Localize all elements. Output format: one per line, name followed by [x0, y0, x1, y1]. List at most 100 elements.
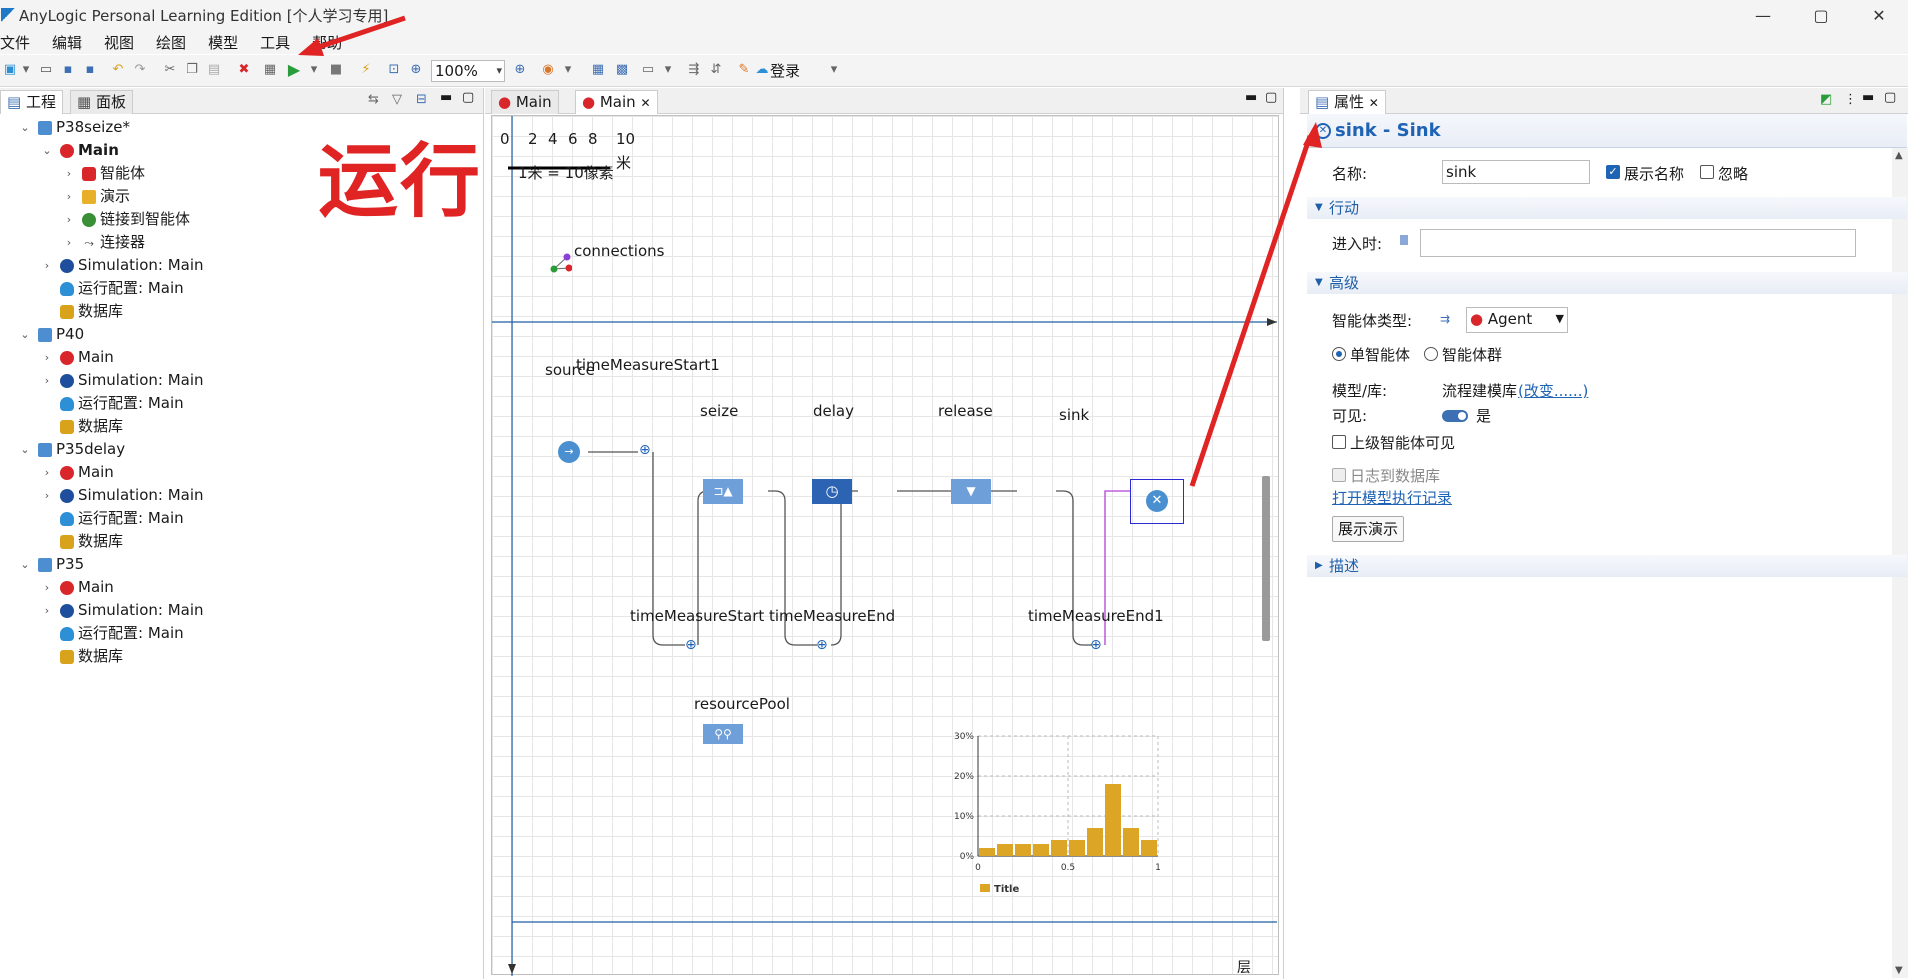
expand-arrow-icon[interactable]: ›: [64, 231, 74, 254]
delete-icon[interactable]: ✖: [236, 62, 252, 78]
expand-arrow-icon[interactable]: ›: [64, 208, 74, 231]
minimize-editor-icon[interactable]: ▬: [1245, 90, 1257, 105]
sink-block[interactable]: ✕: [1146, 490, 1168, 512]
distribute-icon[interactable]: ⇵: [708, 62, 724, 78]
minimize-panel-icon[interactable]: ▬: [440, 90, 452, 105]
tab-main-1[interactable]: ● Main: [491, 90, 559, 114]
time-measure-start1-block[interactable]: ⊕: [639, 441, 657, 459]
collapse-arrow-icon[interactable]: ⌄: [42, 139, 52, 162]
expand-arrow-icon[interactable]: ›: [42, 369, 52, 392]
seize-block[interactable]: ⊐▲: [703, 479, 743, 504]
menu-help[interactable]: 帮助: [312, 32, 342, 53]
palette-dropdown-icon[interactable]: ▾: [560, 62, 576, 78]
collapse-arrow-icon[interactable]: ⌄: [20, 438, 30, 461]
zoom-fit-icon[interactable]: ⊡: [386, 62, 402, 78]
tree-item[interactable]: › Main: [0, 461, 483, 484]
tree-item[interactable]: 运行配置: Main: [0, 392, 483, 415]
layers-label[interactable]: 层: [1237, 957, 1251, 977]
name-field[interactable]: sink: [1442, 160, 1590, 184]
dynamic-value-icon[interactable]: ⇉: [1440, 312, 1450, 326]
menu-tools[interactable]: 工具: [260, 32, 290, 53]
source-block[interactable]: →: [558, 441, 580, 463]
save-icon[interactable]: ▪: [60, 62, 76, 78]
menu-draw[interactable]: 绘图: [156, 32, 186, 53]
expand-arrow-icon[interactable]: ›: [64, 185, 74, 208]
save-all-icon[interactable]: ▪: [82, 62, 98, 78]
filter-icon[interactable]: ▽: [392, 92, 402, 107]
zoom-select-icon[interactable]: ⊕: [408, 62, 424, 78]
time-measure-start-block[interactable]: ⊕: [685, 636, 703, 654]
tree-item[interactable]: 数据库: [0, 300, 483, 323]
build-icon[interactable]: ▦: [262, 62, 278, 78]
expand-arrow-icon[interactable]: ›: [42, 346, 52, 369]
collapse-arrow-icon[interactable]: ⌄: [20, 116, 30, 139]
grid-icon[interactable]: ▦: [590, 62, 606, 78]
open-icon[interactable]: ▭: [38, 62, 54, 78]
expand-arrow-icon[interactable]: ›: [42, 576, 52, 599]
expand-arrow-icon[interactable]: ›: [42, 599, 52, 622]
maximize-props-icon[interactable]: ▢: [1884, 90, 1896, 105]
menu-model[interactable]: 模型: [208, 32, 238, 53]
section-action[interactable]: ▼ 行动: [1307, 197, 1907, 219]
run-icon[interactable]: ▶: [286, 62, 302, 78]
tree-item[interactable]: 数据库: [0, 645, 483, 668]
editor-vscroll-thumb[interactable]: [1262, 476, 1270, 641]
tree-item[interactable]: 数据库: [0, 415, 483, 438]
collapse-arrow-icon[interactable]: ⌄: [20, 553, 30, 576]
maximize-editor-icon[interactable]: ▢: [1265, 90, 1277, 105]
section-advanced[interactable]: ▼ 高级: [1307, 272, 1907, 294]
tab-palette[interactable]: ▦ 面板: [70, 90, 133, 114]
redo-icon[interactable]: ↷: [132, 62, 148, 78]
minimize-button[interactable]: —: [1734, 0, 1792, 30]
tree-item[interactable]: › ⤳ 连接器: [0, 231, 483, 254]
menu-view[interactable]: 视图: [104, 32, 134, 53]
tree-item[interactable]: › Simulation: Main: [0, 599, 483, 622]
tree-item[interactable]: › Main: [0, 576, 483, 599]
layout-dropdown-icon[interactable]: ▾: [660, 62, 676, 78]
agent-population-radio[interactable]: [1424, 347, 1438, 361]
single-agent-radio[interactable]: [1332, 347, 1346, 361]
palette-icon[interactable]: ◉: [540, 62, 556, 78]
collapse-arrow-icon[interactable]: ⌄: [20, 323, 30, 346]
graphical-editor[interactable]: 0 2 4 6 8 10 米 1米 = 10像素 connections sou…: [491, 115, 1279, 977]
expand-arrow-icon[interactable]: ›: [42, 461, 52, 484]
resource-pool-block[interactable]: ⚲⚲: [703, 724, 743, 744]
tree-item[interactable]: ⌄ P40: [0, 323, 483, 346]
copy-icon[interactable]: ❐: [184, 62, 200, 78]
align-icon[interactable]: ⇶: [686, 62, 702, 78]
wand-icon[interactable]: ⚡: [358, 62, 374, 78]
open-log-link[interactable]: 打开模型执行记录: [1332, 487, 1452, 508]
tree-item[interactable]: 数据库: [0, 530, 483, 553]
snap-icon[interactable]: ▩: [614, 62, 630, 78]
layout-icon[interactable]: ▭: [640, 62, 656, 78]
menu-edit[interactable]: 编辑: [52, 32, 82, 53]
show-name-checkbox[interactable]: ✓: [1606, 165, 1620, 179]
login-button[interactable]: 登录: [770, 60, 800, 81]
minimize-props-icon[interactable]: ▬: [1862, 90, 1874, 105]
change-link[interactable]: (改变......): [1518, 380, 1588, 401]
tree-item[interactable]: › Simulation: Main: [0, 369, 483, 392]
new-dropdown-icon[interactable]: ▾: [18, 62, 34, 78]
tree-item[interactable]: 运行配置: Main: [0, 622, 483, 645]
time-measure-end1-block[interactable]: ⊕: [1090, 636, 1108, 654]
undo-icon[interactable]: ↶: [110, 62, 126, 78]
tree-item[interactable]: › Simulation: Main: [0, 254, 483, 277]
cut-icon[interactable]: ✂: [162, 62, 178, 78]
delay-block[interactable]: ◷: [812, 479, 852, 504]
pin-icon[interactable]: ◩: [1820, 92, 1832, 107]
time-measure-end-block[interactable]: ⊕: [816, 636, 834, 654]
agent-type-select[interactable]: ● Agent ▼: [1466, 307, 1568, 333]
menu-file[interactable]: 文件: [0, 32, 30, 53]
maximize-panel-icon[interactable]: ▢: [462, 90, 474, 105]
close-properties-icon[interactable]: ✕: [1369, 96, 1379, 110]
tree-item[interactable]: 运行配置: Main: [0, 507, 483, 530]
tab-project[interactable]: ▤ 工程: [0, 90, 63, 114]
expand-arrow-icon[interactable]: ›: [42, 484, 52, 507]
close-button[interactable]: ✕: [1850, 0, 1908, 30]
ignore-checkbox[interactable]: [1700, 165, 1714, 179]
login-dropdown-icon[interactable]: ▾: [826, 62, 842, 78]
tree-item[interactable]: › Main: [0, 346, 483, 369]
stop-icon[interactable]: ■: [328, 62, 344, 78]
collapse-icon[interactable]: ⊟: [416, 92, 427, 107]
expand-arrow-icon[interactable]: ›: [42, 254, 52, 277]
